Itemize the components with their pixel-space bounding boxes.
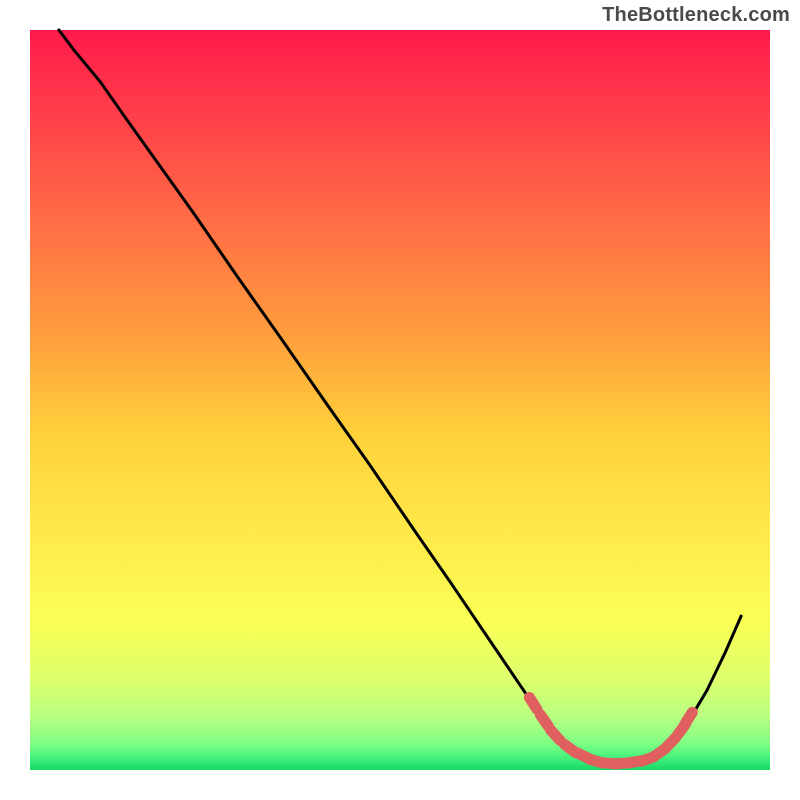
valley-dot [551, 730, 560, 740]
bottleneck-chart [0, 0, 800, 800]
watermark-text: TheBottleneck.com [602, 4, 790, 27]
valley-dot [529, 698, 537, 710]
valley-dot [685, 712, 692, 724]
valley-dot [540, 715, 548, 727]
chart-stage: TheBottleneck.com [0, 0, 800, 800]
